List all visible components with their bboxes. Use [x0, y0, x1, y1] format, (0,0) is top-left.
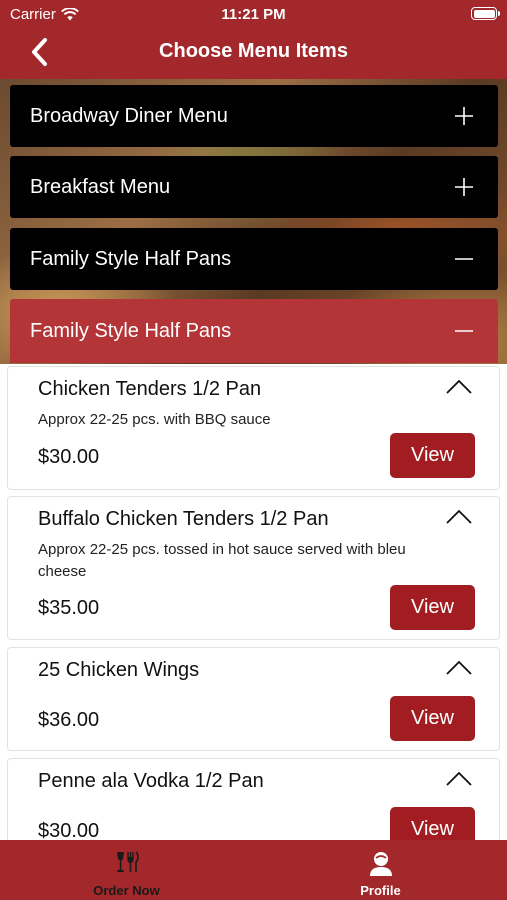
view-button[interactable]: View	[390, 585, 475, 630]
category-label: Broadway Diner Menu	[30, 105, 228, 127]
menu-item-card: Penne ala Vodka 1/2 Pan $30.00 View	[7, 758, 500, 840]
item-price: $30.00	[38, 446, 100, 468]
status-bar: Carrier 11:21 PM	[0, 0, 507, 28]
chevron-up-icon[interactable]	[445, 660, 473, 676]
category-broadway-diner-menu[interactable]: Broadway Diner Menu	[10, 85, 498, 147]
menu-item-card: Chicken Tenders 1/2 Pan Approx 22-25 pcs…	[7, 366, 500, 490]
menu-item-card: Buffalo Chicken Tenders 1/2 Pan Approx 2…	[7, 496, 500, 640]
menu-item-card: 25 Chicken Wings $36.00 View	[7, 647, 500, 751]
minus-icon	[455, 330, 473, 332]
chevron-up-icon[interactable]	[445, 771, 473, 787]
header: Carrier 11:21 PM Choose Menu Items	[0, 0, 507, 79]
item-description: Approx 22-25 pcs. tossed in hot sauce se…	[38, 541, 406, 580]
user-icon	[369, 852, 392, 876]
menu-item-list[interactable]: Chicken Tenders 1/2 Pan Approx 22-25 pcs…	[0, 364, 507, 840]
item-name: Chicken Tenders 1/2 Pan	[38, 378, 262, 400]
category-label: Family Style Half Pans	[30, 248, 232, 270]
item-price: $35.00	[38, 597, 100, 619]
clock: 11:21 PM	[221, 6, 286, 23]
view-button[interactable]: View	[390, 433, 475, 478]
category-label: Breakfast Menu	[30, 176, 171, 198]
item-name: Penne ala Vodka 1/2 Pan	[38, 770, 264, 792]
item-name: Buffalo Chicken Tenders 1/2 Pan	[38, 508, 329, 530]
plus-icon	[455, 107, 473, 125]
item-description: Approx 22-25 pcs. with BBQ sauce	[38, 411, 271, 428]
tab-bar: Order Now Profile	[0, 840, 507, 900]
item-price: $36.00	[38, 709, 100, 731]
battery-icon	[471, 7, 500, 20]
tab-label: Profile	[360, 883, 401, 898]
dining-icon	[116, 851, 139, 872]
plus-icon	[455, 178, 473, 196]
tab-order-now[interactable]: Order Now	[0, 840, 253, 900]
chevron-up-icon[interactable]	[445, 509, 473, 525]
category-breakfast-menu[interactable]: Breakfast Menu	[10, 156, 498, 218]
page-title: Choose Menu Items	[159, 40, 348, 62]
minus-icon	[455, 258, 473, 260]
view-button[interactable]: View	[390, 807, 475, 840]
category-family-style-half-pans[interactable]: Family Style Half Pans	[10, 228, 498, 290]
nav-bar: Choose Menu Items	[0, 30, 507, 75]
view-button[interactable]: View	[390, 696, 475, 741]
subcategory-label: Family Style Half Pans	[30, 320, 232, 342]
item-price: $30.00	[38, 820, 100, 840]
tab-label: Order Now	[93, 883, 160, 898]
subcategory-family-style-half-pans[interactable]: Family Style Half Pans	[10, 299, 498, 363]
item-name: 25 Chicken Wings	[38, 659, 200, 681]
chevron-up-icon[interactable]	[445, 379, 473, 395]
tab-profile[interactable]: Profile	[254, 840, 507, 900]
